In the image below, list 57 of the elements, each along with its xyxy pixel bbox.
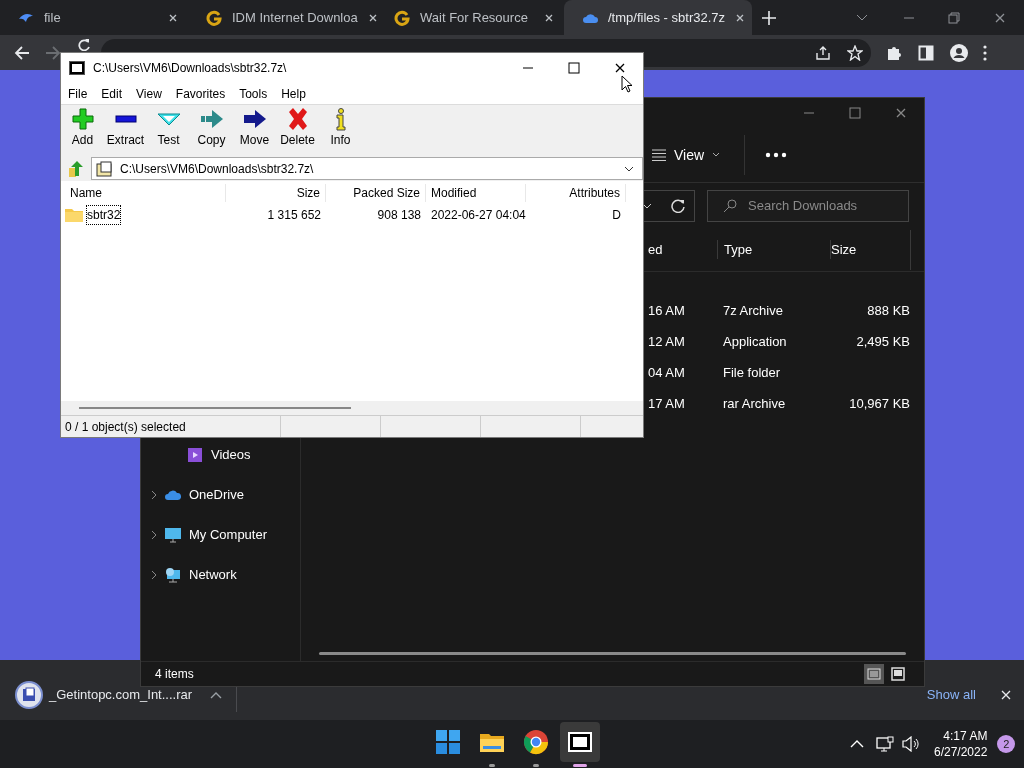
column-header[interactable]: Modified [426,184,526,202]
browser-tab[interactable]: Wait For Resource [376,0,564,35]
move-button[interactable]: Move [233,105,276,156]
column-header[interactable]: Attributes [526,184,626,202]
column-header[interactable]: Name [65,184,226,202]
column-header[interactable]: Type [717,239,830,260]
table-cell-text: D [611,207,622,224]
table-cell-text: 12 AM [647,332,686,351]
clock-time: 4:17 AM [943,728,988,744]
extract-button[interactable]: Extract [104,105,147,156]
menu-item[interactable]: View [129,84,169,103]
test-button[interactable]: Test [147,105,190,156]
table-cell-text: 2022-06-27 04:04 [430,207,526,224]
table-cell-text: 7z Archive [722,301,784,320]
download-filename[interactable]: _Getintopc.com_Int....rar [49,685,193,705]
item-count: 4 items [155,666,194,683]
view-button[interactable]: View [648,140,725,170]
search-field[interactable]: Search Downloads [707,189,909,222]
table-cell-text: 10,967 KB [848,394,910,413]
nav-item[interactable]: My Computer [141,515,300,555]
add-button[interactable]: Add [61,105,104,156]
menu-item[interactable]: Edit [94,84,130,103]
table-cell-text: Application [722,332,788,351]
table-cell-text: 2,495 KB [855,332,910,351]
status-text: 0 / 1 object(s) selected [65,418,186,436]
table-cell-text: 908 138 [376,207,422,224]
notification-badge[interactable]: 2 [997,735,1016,753]
nav-item[interactable]: Videos [141,435,300,475]
menu-item[interactable]: Tools [232,84,275,103]
path-field[interactable]: C:\Users\VM6\Downloads\sbtr32.7z\ [91,157,643,180]
browser-tab[interactable]: IDM Internet Downloa [188,0,376,35]
nav-item[interactable]: Network [141,555,300,595]
table-cell-text: File folder [722,363,782,382]
menu-item[interactable]: Favorites [168,84,233,103]
browser-tab[interactable]: file [0,0,188,35]
menu-item[interactable]: File [61,84,95,103]
table-cell-text: 16 AM [647,301,686,320]
copy-button[interactable]: Copy [190,105,233,156]
nav-item[interactable]: OneDrive [141,475,300,515]
table-cell-text: 04 AM [647,363,686,382]
table-cell[interactable]: sbtr32 [87,206,121,224]
column-header[interactable]: Size [226,184,326,202]
delete-button[interactable]: Delete [276,105,319,156]
table-cell-text: rar Archive [722,394,787,413]
info-button[interactable]: Info [319,105,362,156]
menu-item[interactable]: Help [274,84,313,103]
clock[interactable]: 4:17 AM 6/27/2022 [934,728,988,760]
table-cell-text: 888 KB [866,301,910,320]
column-header[interactable]: Packed Size [326,184,426,202]
window-title: C:\Users\VM6\Downloads\sbtr32.7z\ [93,60,287,77]
column-header[interactable]: ed [646,239,717,260]
table-cell-text: 1 315 652 [266,207,322,224]
clock-date: 6/27/2022 [934,744,988,760]
column-header[interactable]: Size [830,239,910,260]
table-cell-text: 17 AM [647,394,686,413]
show-all-link[interactable]: Show all [926,685,976,705]
browser-tab[interactable]: /tmp/files - sbtr32.7z [564,0,752,35]
